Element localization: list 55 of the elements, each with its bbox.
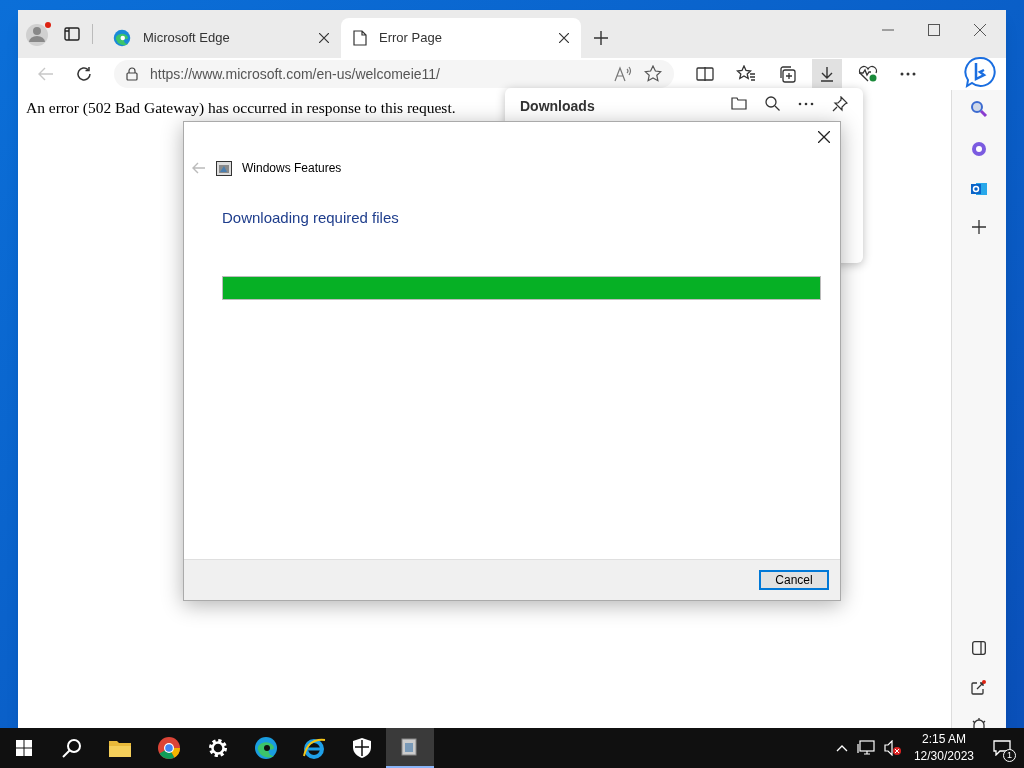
close-tab-icon[interactable] (319, 33, 329, 43)
cancel-button[interactable]: Cancel (759, 570, 829, 590)
close-icon[interactable] (818, 131, 830, 143)
dialog-heading: Downloading required files (222, 208, 399, 228)
clock-time: 2:15 AM (921, 731, 966, 748)
favorite-star-icon[interactable] (644, 65, 662, 83)
downloads-title: Downloads (520, 97, 595, 116)
split-screen-icon[interactable] (696, 66, 714, 82)
shield-icon[interactable] (353, 738, 371, 758)
windows-features-icon (216, 160, 232, 176)
edge-icon[interactable] (254, 736, 278, 760)
gear-icon[interactable] (208, 738, 228, 758)
close-tab-icon[interactable] (559, 33, 569, 43)
refresh-icon[interactable] (76, 66, 92, 82)
open-external-icon[interactable] (970, 680, 986, 696)
notification-count: 1 (1003, 749, 1016, 762)
speaker-muted-icon[interactable] (883, 740, 902, 756)
chat-bubble-icon (993, 740, 1011, 756)
edge-icon (113, 29, 131, 47)
heartbeat-icon[interactable] (858, 65, 878, 83)
new-tab-icon[interactable] (593, 30, 609, 46)
error-message: An error (502 Bad Gateway) has occurred in response to this request. (26, 98, 456, 118)
maximize-icon[interactable] (928, 24, 940, 36)
page-icon (353, 30, 367, 46)
downloads-button[interactable] (812, 59, 842, 89)
windows-features-icon (401, 737, 419, 757)
collections-icon[interactable] (778, 65, 796, 83)
profile-icon[interactable] (26, 21, 52, 47)
internet-explorer-icon[interactable] (302, 736, 326, 760)
download-icon (820, 66, 834, 82)
chrome-icon[interactable] (157, 736, 181, 760)
windows-start-icon[interactable] (16, 740, 32, 756)
dialog-title: Windows Features (242, 160, 342, 177)
search-icon[interactable] (62, 738, 82, 758)
favorites-icon[interactable] (736, 65, 756, 83)
notification-button[interactable]: 1 (980, 728, 1024, 768)
taskbar-app-button[interactable] (386, 728, 434, 768)
close-icon[interactable] (974, 24, 986, 36)
more-icon[interactable] (798, 102, 814, 106)
add-icon[interactable] (972, 220, 986, 234)
more-icon[interactable] (900, 72, 916, 76)
tab-actions-icon[interactable] (64, 26, 80, 42)
browser-tab[interactable]: Error Page (341, 18, 581, 58)
network-icon[interactable] (856, 740, 875, 756)
copilot-icon[interactable] (970, 140, 988, 158)
chevron-up-icon[interactable] (835, 744, 848, 752)
folder-icon[interactable] (109, 739, 131, 757)
lock-icon (126, 67, 138, 81)
outlook-icon[interactable] (970, 180, 988, 198)
read-aloud-icon[interactable] (614, 66, 632, 82)
pin-icon[interactable] (832, 96, 848, 112)
folder-icon[interactable] (731, 96, 747, 110)
sidebar-panel-icon[interactable] (972, 641, 986, 655)
clock-date: 12/30/2023 (913, 748, 974, 765)
search-icon[interactable] (765, 96, 780, 111)
